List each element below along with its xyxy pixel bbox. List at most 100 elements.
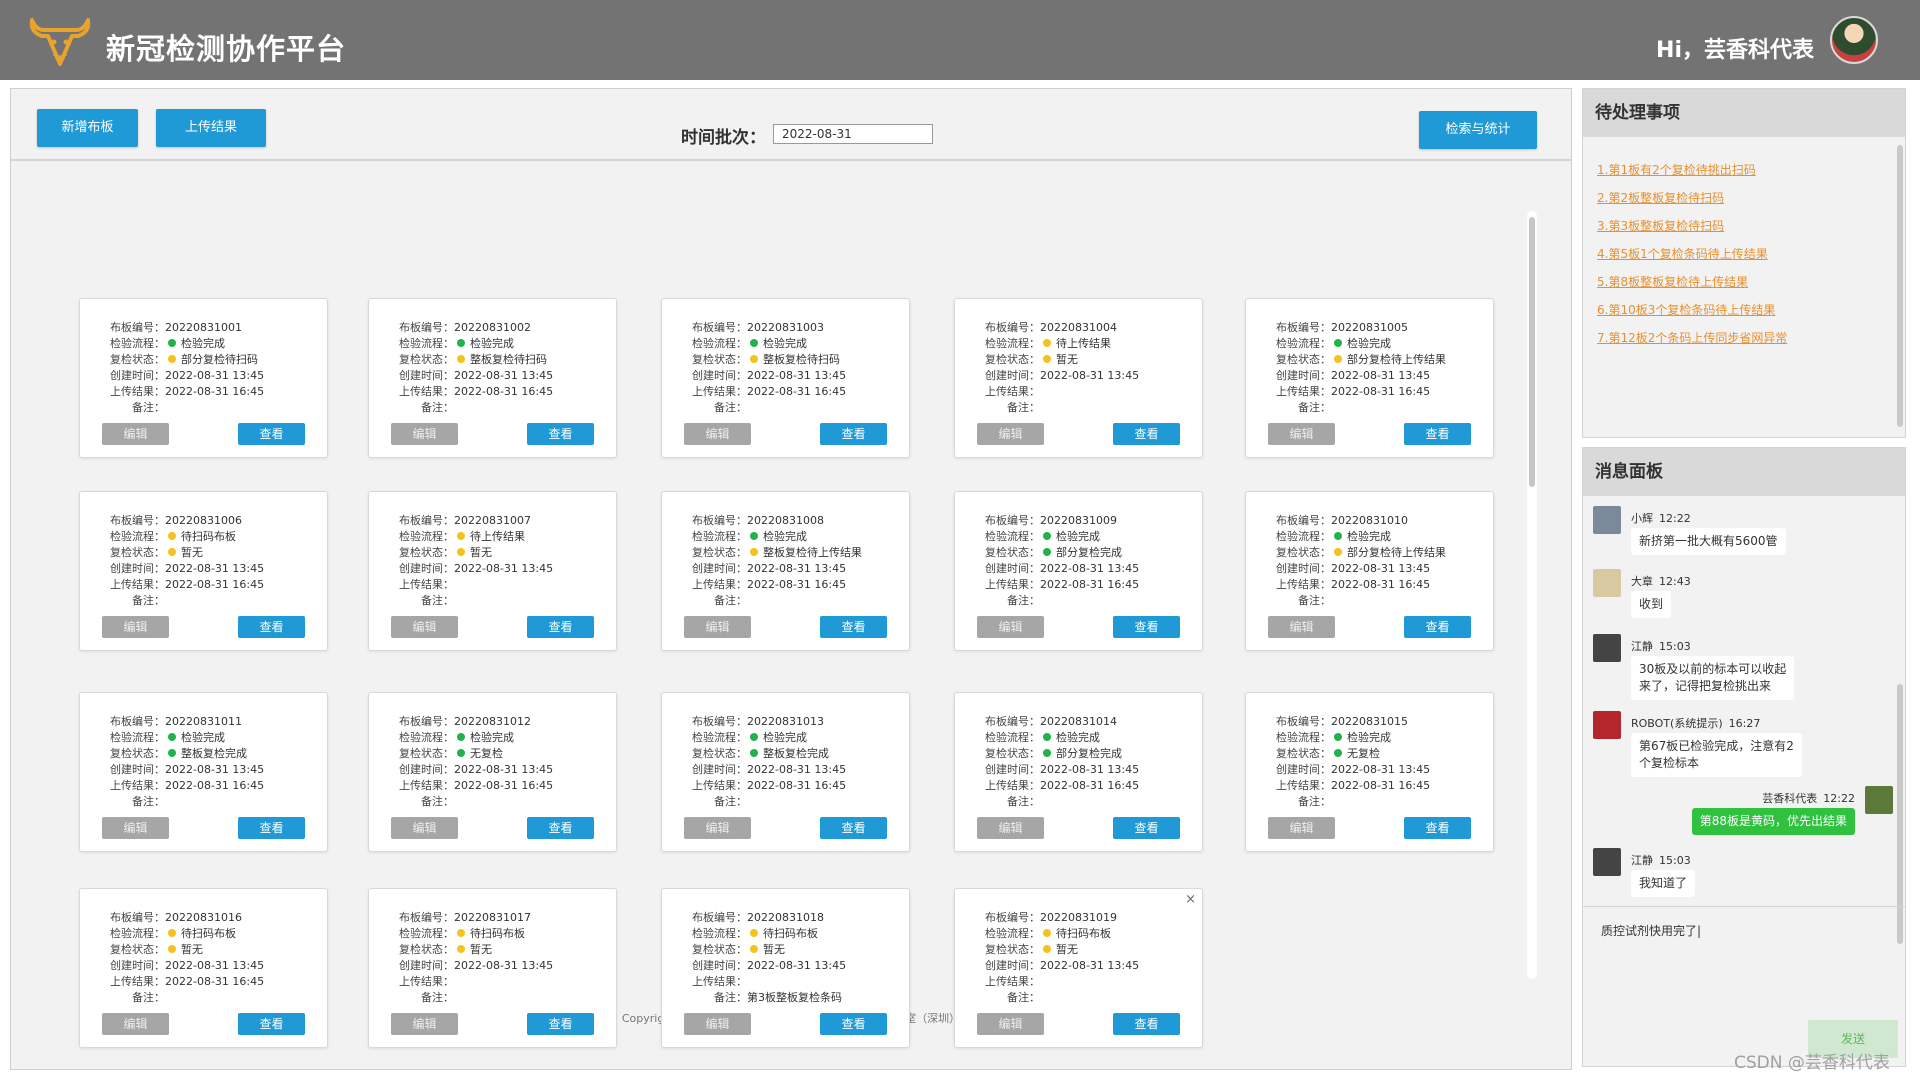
sender-avatar[interactable] (1593, 634, 1621, 662)
field-label: 检验流程： (985, 731, 1040, 744)
edit-plate-button[interactable]: 编辑 (977, 817, 1044, 839)
view-plate-button[interactable]: 查看 (820, 1013, 887, 1035)
edit-plate-button[interactable]: 编辑 (977, 1013, 1044, 1035)
todo-item-link[interactable]: 1.第1板有2个复检待挑出扫码 (1597, 161, 1756, 178)
sender-avatar[interactable] (1593, 711, 1621, 739)
plate-card: 布板编号：20220831012 检验流程： 检验完成 复检状态： 无复检 创建时间：20… (368, 692, 617, 852)
field-label: 检验流程： (1276, 530, 1331, 543)
view-plate-button[interactable]: 查看 (1113, 817, 1180, 839)
close-icon[interactable]: × (1185, 892, 1196, 907)
field-label: 上传结果： (692, 779, 747, 792)
plate-field-flow: 检验流程： 检验完成 (1270, 337, 1391, 351)
plate-field-flow: 检验流程： 检验完成 (979, 731, 1100, 745)
todo-item-link[interactable]: 2.第2板整板复检待扫码 (1597, 189, 1724, 206)
edit-plate-button[interactable]: 编辑 (977, 616, 1044, 638)
edit-plate-button[interactable]: 编辑 (684, 817, 751, 839)
field-value: 检验完成 (470, 731, 514, 744)
plate-field-flow: 检验流程： 待扫码布板 (686, 927, 818, 941)
edit-plate-button[interactable]: 编辑 (1268, 616, 1335, 638)
field-value: 暂无 (470, 943, 492, 956)
view-plate-button[interactable]: 查看 (238, 423, 305, 445)
view-plate-button[interactable]: 查看 (1404, 817, 1471, 839)
plate-field-recheck: 复检状态： 暂无 (104, 546, 203, 560)
field-label: 创建时间： (1276, 369, 1331, 382)
message-line: 我知道了 (1639, 876, 1688, 890)
plate-card: 布板编号：20220831018 检验流程： 待扫码布板 复检状态： 暂无 创建时间：20… (661, 888, 910, 1048)
field-label: 备注： (132, 991, 165, 1004)
view-plate-button[interactable]: 查看 (527, 817, 594, 839)
todo-scrollbar[interactable] (1897, 145, 1903, 427)
message-meta: ROBOT(系统提示) 16:27 (1631, 715, 1760, 731)
edit-plate-button[interactable]: 编辑 (102, 616, 169, 638)
plate-field-uploaded: 上传结果：2022-08-31 16:45 (1270, 779, 1430, 793)
plate-field-plate-no: 布板编号：20220831015 (1270, 715, 1408, 729)
message-scrollbar[interactable] (1897, 684, 1903, 944)
edit-plate-button[interactable]: 编辑 (102, 423, 169, 445)
view-plate-button[interactable]: 查看 (820, 817, 887, 839)
view-plate-button[interactable]: 查看 (238, 1013, 305, 1035)
sender-avatar[interactable] (1593, 506, 1621, 534)
plate-field-created: 创建时间：2022-08-31 13:45 (979, 959, 1139, 973)
field-label: 复检状态： (692, 943, 747, 956)
edit-plate-button[interactable]: 编辑 (391, 1013, 458, 1035)
field-value: 2022-08-31 13:45 (165, 763, 265, 776)
user-avatar[interactable] (1830, 16, 1878, 64)
view-plate-button[interactable]: 查看 (1404, 423, 1471, 445)
plate-field-created: 创建时间：2022-08-31 13:45 (1270, 562, 1430, 576)
view-plate-button[interactable]: 查看 (1113, 1013, 1180, 1035)
edit-plate-button[interactable]: 编辑 (977, 423, 1044, 445)
field-label: 复检状态： (1276, 546, 1331, 559)
view-plate-button[interactable]: 查看 (1113, 616, 1180, 638)
plate-field-created: 创建时间：2022-08-31 13:45 (979, 763, 1139, 777)
edit-plate-button[interactable]: 编辑 (102, 1013, 169, 1035)
field-label: 备注： (1007, 795, 1040, 808)
search-stats-button[interactable]: 检索与统计 (1419, 111, 1537, 149)
edit-plate-button[interactable]: 编辑 (684, 616, 751, 638)
todo-item-link[interactable]: 7.第12板2个条码上传同步省网异常 (1597, 329, 1787, 346)
user-greeting: Hi，芸香科代表 (1656, 38, 1814, 63)
plate-field-flow: 检验流程： 检验完成 (686, 731, 807, 745)
batch-date-input[interactable]: 2022-08-31 (773, 124, 933, 144)
view-plate-button[interactable]: 查看 (820, 423, 887, 445)
plate-card: 布板编号：20220831006 检验流程： 待扫码布板 复检状态： 暂无 创建时间：20… (79, 491, 328, 651)
status-dot-icon (750, 945, 758, 953)
edit-plate-button[interactable]: 编辑 (102, 817, 169, 839)
plate-field-recheck: 复检状态： 无复检 (1270, 747, 1380, 761)
edit-plate-button[interactable]: 编辑 (391, 423, 458, 445)
plate-field-created: 创建时间：2022-08-31 13:45 (979, 562, 1139, 576)
upload-results-button[interactable]: 上传结果 (156, 109, 266, 147)
view-plate-button[interactable]: 查看 (527, 616, 594, 638)
edit-plate-button[interactable]: 编辑 (684, 423, 751, 445)
field-label: 复检状态： (110, 747, 165, 760)
edit-plate-button[interactable]: 编辑 (391, 616, 458, 638)
view-plate-button[interactable]: 查看 (1404, 616, 1471, 638)
todo-item-link[interactable]: 4.第5板1个复检条码待上传结果 (1597, 245, 1768, 262)
plate-field-recheck: 复检状态： 整板复检完成 (104, 747, 247, 761)
view-plate-button[interactable]: 查看 (238, 616, 305, 638)
todo-item-link[interactable]: 5.第8板整板复检待上传结果 (1597, 273, 1748, 290)
todo-item-link[interactable]: 3.第3板整板复检待扫码 (1597, 217, 1724, 234)
view-plate-button[interactable]: 查看 (527, 423, 594, 445)
plate-field-flow: 检验流程： 检验完成 (686, 530, 807, 544)
field-value: 检验完成 (470, 337, 514, 350)
edit-plate-button[interactable]: 编辑 (1268, 817, 1335, 839)
sender-avatar[interactable] (1865, 786, 1893, 814)
view-plate-button[interactable]: 查看 (1113, 423, 1180, 445)
sender-avatar[interactable] (1593, 569, 1621, 597)
message-meta: 江静 15:03 (1631, 638, 1691, 654)
view-plate-button[interactable]: 查看 (238, 817, 305, 839)
edit-plate-button[interactable]: 编辑 (1268, 423, 1335, 445)
view-plate-button[interactable]: 查看 (820, 616, 887, 638)
grid-scrollbar-thumb[interactable] (1529, 217, 1535, 487)
status-dot-icon (750, 532, 758, 540)
edit-plate-button[interactable]: 编辑 (684, 1013, 751, 1035)
todo-item-link[interactable]: 6.第10板3个复检条码待上传结果 (1597, 301, 1775, 318)
field-value: 整板复检完成 (763, 747, 829, 760)
view-plate-button[interactable]: 查看 (527, 1013, 594, 1035)
field-value: 20220831003 (747, 321, 824, 334)
message-compose-input[interactable]: 质控试剂快用完了| (1601, 922, 1701, 939)
sender-avatar[interactable] (1593, 848, 1621, 876)
plate-field-created: 创建时间：2022-08-31 13:45 (393, 959, 553, 973)
new-plate-button[interactable]: 新增布板 (37, 109, 138, 147)
edit-plate-button[interactable]: 编辑 (391, 817, 458, 839)
